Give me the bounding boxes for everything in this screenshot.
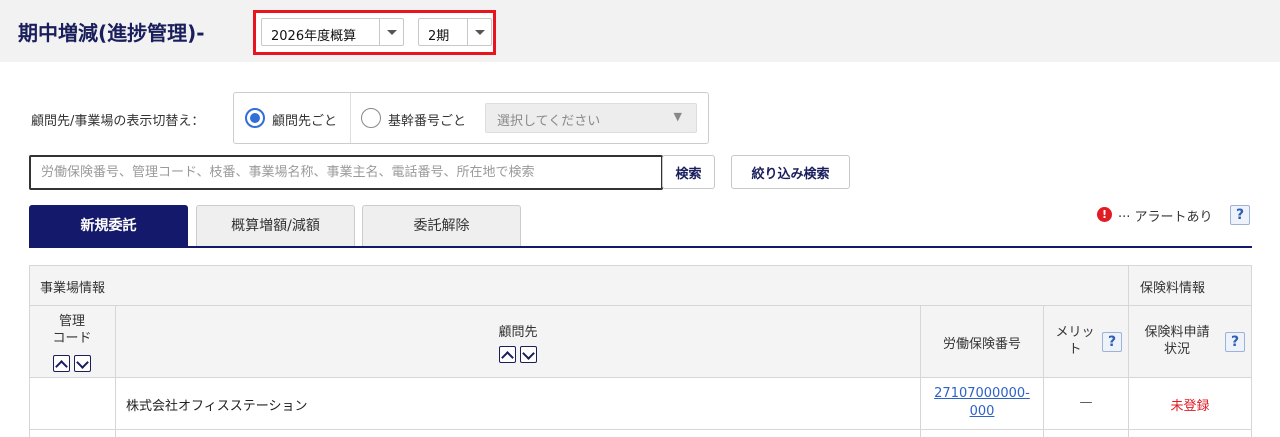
- insurance-number-line-1: 27107000000-: [934, 386, 1030, 401]
- table-row-partial: [1129, 430, 1252, 437]
- status-badge: 未登録: [1170, 399, 1210, 414]
- radio-client-label: 顧問先ごと: [272, 114, 338, 129]
- sort-desc-icon[interactable]: [74, 355, 91, 372]
- column-header-merit: メリッ ト ?: [1044, 306, 1129, 378]
- sort-desc-icon[interactable]: [520, 346, 537, 363]
- group-header-premium-info: 保険料情報: [1129, 265, 1252, 306]
- search-button[interactable]: 検索: [662, 155, 715, 189]
- merit-value: —: [1079, 395, 1093, 410]
- tab-estimate-increase-decrease[interactable]: 概算増額/減額: [196, 205, 355, 247]
- column-header-client: 顧問先: [116, 306, 921, 378]
- column-header-application-status: 保険料申請 状況 ?: [1129, 306, 1252, 378]
- period-selector-highlight: 2026年度概算 2期: [253, 10, 496, 55]
- client-table: 事業場情報 保険料情報 管理 コード 顧問先 労働保険番号 メリッ ト ? 保険…: [29, 265, 1252, 437]
- column-header-insurance-no: 労働保険番号: [921, 306, 1044, 378]
- insurance-number-line-2: 000: [969, 404, 995, 419]
- tab-consignment-cancel[interactable]: 委託解除: [362, 205, 521, 247]
- display-toggle-group: 顧問先ごと 基幹番号ごと 選択してください ▼: [233, 92, 709, 144]
- table-cell-client: 株式会社オフィスステーション: [116, 378, 921, 430]
- chevron-down-icon[interactable]: [379, 19, 403, 45]
- fiscal-year-select-value: 2026年度概算: [271, 29, 357, 44]
- table-cell-code: [29, 378, 116, 430]
- tab-new-consignment[interactable]: 新規委託: [29, 205, 188, 247]
- help-icon[interactable]: ?: [1225, 332, 1245, 352]
- fiscal-year-select[interactable]: 2026年度概算: [261, 18, 404, 46]
- column-header-code: 管理 コード: [29, 306, 116, 378]
- display-toggle-label: 顧問先/事業場の表示切替え：: [31, 114, 205, 129]
- radio-unselected-icon[interactable]: [361, 108, 381, 128]
- base-number-select-placeholder: 選択してください: [497, 114, 601, 129]
- alert-icon: !: [1097, 207, 1112, 222]
- group-header-office-info: 事業場情報: [29, 265, 1129, 306]
- help-icon[interactable]: ?: [1102, 332, 1122, 352]
- client-name: 株式会社オフィスステーション: [126, 399, 308, 414]
- tab-underline: [29, 246, 1252, 248]
- table-cell-merit: —: [1044, 378, 1129, 430]
- sort-asc-icon[interactable]: [53, 355, 70, 372]
- chevron-down-icon[interactable]: [467, 19, 491, 45]
- table-cell-status: 未登録: [1129, 378, 1252, 430]
- table-row-partial: [1044, 430, 1129, 437]
- base-number-select: 選択してください ▼: [485, 103, 697, 133]
- insurance-number-link[interactable]: 27107000000- 000: [921, 385, 1043, 421]
- radio-base-number-label: 基幹番号ごと: [388, 114, 467, 129]
- radio-selected-icon[interactable]: [245, 108, 265, 128]
- table-row-partial: [921, 430, 1044, 437]
- page-header: 期中増減(進捗管理)- 2026年度概算 2期: [0, 0, 1280, 62]
- search-input[interactable]: [29, 155, 663, 190]
- table-row-partial: [116, 430, 921, 437]
- page-title: 期中増減(進捗管理)-: [18, 21, 205, 45]
- period-select[interactable]: 2期: [418, 18, 492, 46]
- sort-asc-icon[interactable]: [499, 346, 516, 363]
- help-icon[interactable]: ?: [1230, 205, 1250, 225]
- filter-search-button[interactable]: 絞り込み検索: [731, 155, 850, 189]
- divider: [350, 93, 351, 143]
- caret-down-icon: ▼: [673, 110, 682, 123]
- period-select-value: 2期: [428, 29, 450, 44]
- alert-legend-text: ··· アラートあり: [1118, 210, 1213, 225]
- table-row-partial: [29, 430, 116, 437]
- table-cell-insurance-no: 27107000000- 000: [921, 378, 1044, 430]
